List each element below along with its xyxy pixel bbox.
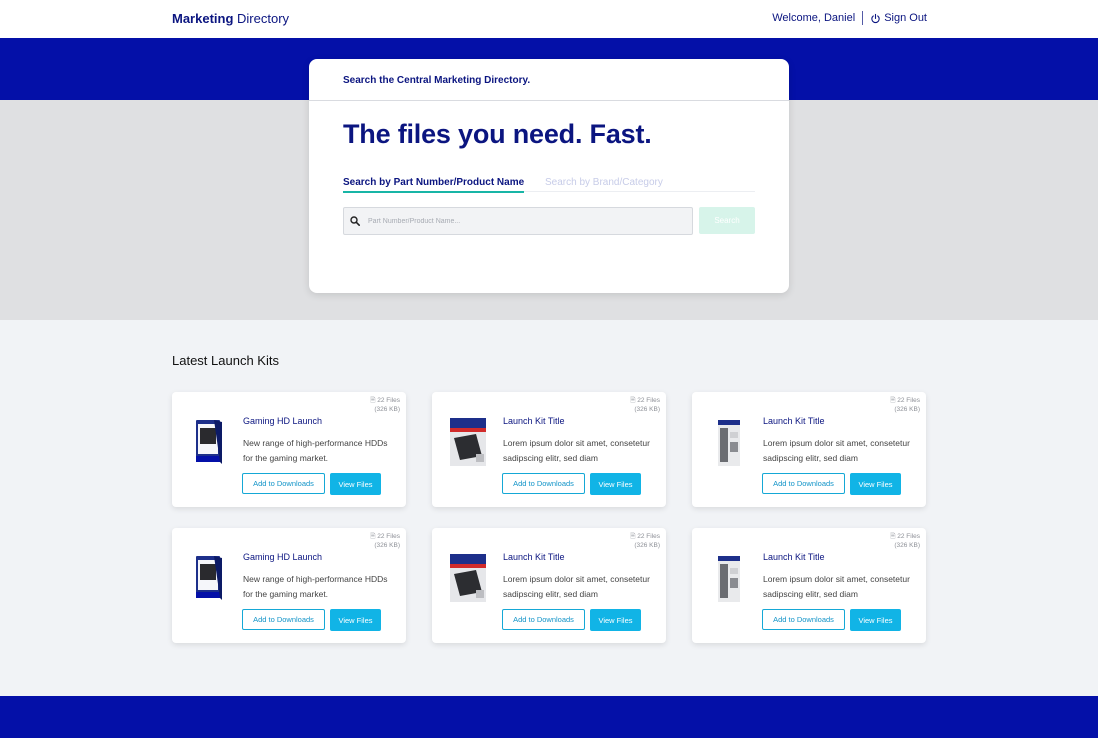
kit-description: New range of high-performance HDDs for t… (243, 438, 388, 463)
launch-kit-card[interactable]: 🗎 22 Files (326 KB) Gaming HD Launch New ra… (172, 528, 406, 643)
add-to-downloads-button[interactable]: Add to Downloads (502, 473, 585, 494)
search-card: Search the Central Marketing Directory. … (309, 59, 789, 293)
welcome-text: Welcome, Daniel (772, 12, 856, 24)
file-count: 22 Files (377, 397, 400, 404)
kit-title[interactable]: Launch Kit Title (503, 552, 565, 562)
search-input[interactable] (366, 216, 670, 226)
file-meta: 🗎 22 Files (326 KB) (630, 532, 660, 550)
product-image (446, 550, 490, 606)
product-image (186, 414, 230, 470)
brand-logo[interactable]: Marketing Directory (172, 11, 289, 26)
file-size: (326 KB) (374, 542, 400, 549)
product-image (186, 550, 230, 606)
launch-kit-card[interactable]: 🗎 22 Files (326 KB) Launch Kit Title Lorem … (692, 528, 926, 643)
top-navbar: Marketing Directory Welcome, Daniel Sign… (0, 0, 1098, 38)
launch-kit-card[interactable]: 🗎 22 Files (326 KB) Gaming HD Launch New ra… (172, 392, 406, 507)
file-size: (326 KB) (374, 406, 400, 413)
file-count: 22 Files (377, 533, 400, 540)
footer-band (0, 696, 1098, 738)
add-to-downloads-button[interactable]: Add to Downloads (762, 473, 845, 494)
add-to-downloads-button[interactable]: Add to Downloads (502, 609, 585, 630)
launch-kit-card[interactable]: 🗎 22 Files (326 KB) Launch Kit Title Lorem … (432, 528, 666, 643)
brand-name-bold: Marketing (172, 11, 234, 26)
kit-title[interactable]: Launch Kit Title (763, 552, 825, 562)
tab-brand-category[interactable]: Search by Brand/Category (545, 177, 663, 191)
kit-description: Lorem ipsum dolor sit amet, consetetur s… (763, 574, 910, 599)
kit-title[interactable]: Gaming HD Launch (243, 552, 322, 562)
kit-title[interactable]: Launch Kit Title (763, 416, 825, 426)
product-image (706, 414, 750, 470)
brand-name-light: Directory (237, 11, 290, 26)
section-title: Latest Launch Kits (172, 353, 279, 368)
kit-description: Lorem ipsum dolor sit amet, consetetur s… (503, 574, 650, 599)
add-to-downloads-button[interactable]: Add to Downloads (242, 609, 325, 630)
tab-part-number[interactable]: Search by Part Number/Product Name (343, 177, 525, 193)
add-to-downloads-button[interactable]: Add to Downloads (242, 473, 325, 494)
search-tabs: Search by Part Number/Product Name Searc… (343, 177, 755, 193)
file-count: 22 Files (897, 397, 920, 404)
sign-out-label: Sign Out (884, 12, 927, 24)
file-size: (326 KB) (634, 406, 660, 413)
kit-description: New range of high-performance HDDs for t… (243, 574, 388, 599)
view-files-button[interactable]: View Files (330, 609, 381, 631)
kit-title[interactable]: Launch Kit Title (503, 416, 565, 426)
add-to-downloads-button[interactable]: Add to Downloads (762, 609, 845, 630)
search-button[interactable]: Search (699, 207, 755, 234)
file-meta: 🗎 22 Files (326 KB) (370, 532, 400, 550)
file-count: 22 Files (637, 397, 660, 404)
kit-title[interactable]: Gaming HD Launch (243, 416, 322, 426)
search-kicker: Search the Central Marketing Directory. (343, 75, 531, 86)
view-files-button[interactable]: View Files (590, 473, 641, 495)
launch-kit-card[interactable]: 🗎 22 Files (326 KB) Launch Kit Title Lorem … (432, 392, 666, 507)
launch-kit-card[interactable]: 🗎 22 Files (326 KB) Launch Kit Title Lorem … (692, 392, 926, 507)
file-meta: 🗎 22 Files (326 KB) (890, 396, 920, 414)
view-files-button[interactable]: View Files (590, 609, 641, 631)
power-icon (871, 13, 880, 23)
product-image (706, 550, 750, 606)
file-count: 22 Files (897, 533, 920, 540)
page-headline: The files you need. Fast. (343, 119, 652, 149)
file-size: (326 KB) (634, 542, 660, 549)
file-count: 22 Files (637, 533, 660, 540)
view-files-button[interactable]: View Files (850, 609, 901, 631)
kit-description: Lorem ipsum dolor sit amet, consetetur s… (763, 438, 910, 463)
product-image (446, 414, 490, 470)
file-size: (326 KB) (894, 542, 920, 549)
view-files-button[interactable]: View Files (850, 473, 901, 495)
search-icon (350, 216, 360, 226)
file-meta: 🗎 22 Files (326 KB) (370, 396, 400, 414)
user-divider (862, 11, 864, 25)
user-area: Welcome, Daniel Sign Out (772, 11, 927, 25)
file-meta: 🗎 22 Files (326 KB) (890, 532, 920, 550)
kit-description: Lorem ipsum dolor sit amet, consetetur s… (503, 438, 650, 463)
file-meta: 🗎 22 Files (326 KB) (630, 396, 660, 414)
sign-out-link[interactable]: Sign Out (870, 12, 927, 24)
search-field[interactable] (343, 207, 693, 235)
view-files-button[interactable]: View Files (330, 473, 381, 495)
search-card-header: Search the Central Marketing Directory. (309, 59, 789, 101)
file-size: (326 KB) (894, 406, 920, 413)
